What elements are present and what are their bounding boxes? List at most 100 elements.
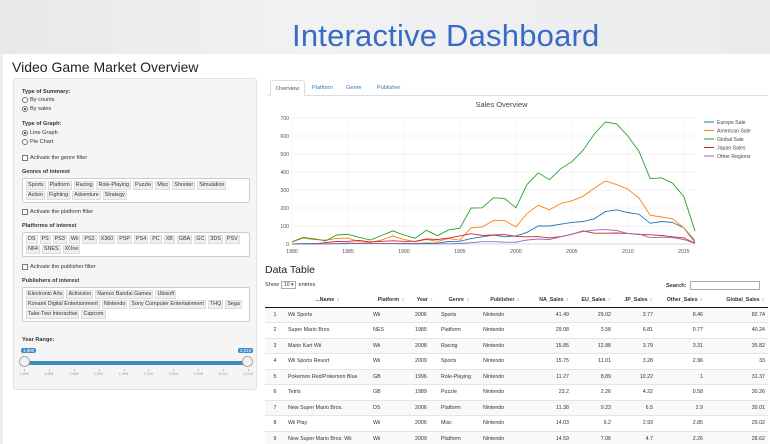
column-header[interactable]: Platform ⇕ [370, 293, 412, 308]
summary-option-sales[interactable]: By sales [22, 106, 51, 112]
genres-select[interactable]: Sports Platform Racing Role-Playing Puzzle Mi… [22, 178, 250, 203]
platform-chip[interactable]: DS [26, 235, 38, 244]
platform-chip[interactable]: 3DS [208, 235, 223, 244]
year-slider-track[interactable] [24, 361, 248, 365]
summary-option-counts[interactable]: By counts [22, 97, 55, 103]
table-row[interactable]: 1 Wii Sports Wii 2006 Sports Nintendo 41.49 29.… [265, 306, 768, 323]
checkbox-icon[interactable] [22, 264, 28, 270]
sort-icon[interactable]: ⇕ [566, 297, 569, 302]
column-header[interactable]: ...Name ⇕ [285, 293, 370, 308]
column-header[interactable]: EU_Sales ⇕ [572, 293, 614, 308]
publisher-filter-toggle[interactable]: Activate the publisher filter [22, 264, 96, 270]
year-slider-max-handle[interactable] [242, 356, 253, 367]
platforms-select[interactable]: DS PS PS3 Wii PS2 X360 PSP PS4 PC XB GBA GC 3DS PSV N6… [22, 232, 250, 257]
table-cell: 15.85 [530, 337, 572, 354]
tab-overview[interactable]: Overview [270, 80, 306, 96]
publisher-chip[interactable]: Konami Digital Entertainment [26, 300, 100, 309]
publisher-chip[interactable]: Sony Computer Entertainment [129, 300, 206, 309]
table-row[interactable]: 5 Pokemon Red/Pokemon Blue GB 1996 Role-Play… [265, 368, 768, 385]
table-cell: 30.01 [706, 399, 768, 416]
radio-selected-icon[interactable] [22, 130, 28, 136]
sort-icon[interactable]: ⇕ [608, 297, 611, 302]
publisher-chip[interactable]: Capcom [81, 310, 106, 319]
publisher-chip[interactable]: Ubisoft [155, 290, 177, 299]
column-header[interactable]: Publisher ⇕ [480, 293, 530, 308]
publisher-chip[interactable]: Namco Bandai Games [95, 290, 154, 299]
platform-chip[interactable]: PS4 [133, 235, 149, 244]
column-header[interactable]: NA_Sales ⇕ [530, 293, 572, 308]
year-slider-min-handle[interactable] [19, 356, 30, 367]
publisher-chip[interactable]: Sega [225, 300, 242, 309]
genre-chip[interactable]: Racing [73, 181, 95, 190]
platform-chip[interactable]: GBA [176, 235, 193, 244]
platform-chip[interactable]: PSV [224, 235, 240, 244]
column-header[interactable]: Other_Sales ⇕ [656, 293, 706, 308]
platform-chip[interactable]: PS2 [82, 235, 97, 244]
slider-tick-mark [73, 369, 75, 371]
radio-icon[interactable] [22, 139, 28, 145]
platform-chip[interactable]: XB [163, 235, 175, 244]
sort-icon[interactable]: ⇕ [700, 297, 703, 302]
genre-chip[interactable]: Misc [155, 181, 171, 190]
publisher-chip[interactable]: Take-Two Interactive [26, 310, 80, 319]
tab-genre[interactable]: Genre [341, 80, 367, 96]
radio-selected-icon[interactable] [22, 106, 28, 112]
graph-option-pie[interactable]: Pie Chart [22, 139, 53, 145]
sort-icon[interactable]: ⇕ [336, 297, 339, 302]
radio-icon[interactable] [22, 97, 28, 103]
column-header[interactable]: Genre ⇕ [438, 293, 480, 308]
tab-publisher[interactable]: Publisher [372, 80, 405, 96]
platform-chip[interactable]: GC [194, 235, 207, 244]
sort-icon[interactable]: ⇕ [466, 297, 469, 302]
publisher-chip[interactable]: Electronic Arts [26, 290, 65, 299]
genre-chip[interactable]: Action [26, 191, 45, 200]
genre-chip[interactable]: Platform [47, 181, 72, 190]
genre-filter-toggle[interactable]: Activate the genre filter [22, 155, 87, 161]
table-row[interactable]: 8 Wii Play Wii 2006 Misc Nintendo 14.03 9.2 2.93… [265, 415, 768, 431]
platform-chip[interactable]: PS3 [52, 235, 67, 244]
search-input[interactable] [689, 281, 760, 290]
entries-select[interactable]: 10 ▾ [281, 281, 297, 289]
genre-chip[interactable]: Simulation [197, 181, 227, 190]
platform-chip[interactable]: XOne [62, 245, 81, 254]
platform-chip[interactable]: PC [150, 235, 162, 244]
sort-icon[interactable]: ⇕ [650, 297, 653, 302]
table-row[interactable]: 6 Tetris GB 1989 Puzzle Nintendo 23.2 2.26 4.22 0… [265, 384, 768, 400]
platform-chip[interactable]: Wii [68, 235, 81, 244]
sort-icon[interactable]: ⇕ [401, 297, 404, 302]
tab-platform[interactable]: Platform [307, 80, 338, 96]
table-row[interactable]: 4 Wii Sports Resort Wii 2009 Sports Nintendo 1… [265, 353, 768, 369]
table-row[interactable]: 3 Mario Kart Wii Wii 2008 Racing Nintendo 15.8… [265, 337, 768, 354]
checkbox-icon[interactable] [22, 209, 28, 215]
graph-option-line[interactable]: Line Graph [22, 130, 58, 136]
sort-icon[interactable]: ⇕ [430, 297, 433, 302]
column-header[interactable]: JP_Sales ⇕ [614, 293, 656, 308]
platform-chip[interactable]: PSP [117, 235, 132, 244]
table-row[interactable]: 2 Super Mario Bros. NES 1985 Platform Nintend… [265, 322, 768, 338]
platform-chip[interactable]: PS [39, 235, 51, 244]
table-row[interactable]: 9 New Super Mario Bros. Wii Wii 2009 Platfor… [265, 430, 768, 444]
genre-chip[interactable]: Adventure [72, 191, 101, 200]
platform-chip[interactable]: X360 [98, 235, 116, 244]
genre-chip[interactable]: Sports [26, 181, 46, 190]
genre-chip[interactable]: Puzzle [133, 181, 154, 190]
checkbox-icon[interactable] [22, 155, 28, 161]
genre-chip[interactable]: Shooter [172, 181, 196, 190]
column-header[interactable]: Global_Sales ⇕ [706, 293, 768, 308]
publisher-chip[interactable]: THQ [207, 300, 224, 309]
column-header[interactable]: Year ⇕ [412, 293, 438, 308]
column-header[interactable] [265, 293, 285, 308]
platform-filter-toggle[interactable]: Activate the platform filter [22, 209, 93, 215]
table-row[interactable]: 7 New Super Mario Bros. DS 2006 Platform Nint… [265, 399, 768, 416]
genre-chip[interactable]: Fighting [46, 191, 71, 200]
genre-chip[interactable]: Role-Playing [96, 181, 132, 190]
publisher-chip[interactable]: Activision [66, 290, 94, 299]
slider-tick-label: 1,988 [69, 372, 79, 376]
publisher-chip[interactable]: Nintendo [101, 300, 128, 309]
sort-icon[interactable]: ⇕ [516, 297, 519, 302]
sort-icon[interactable]: ⇕ [762, 297, 765, 302]
publishers-select[interactable]: Electronic Arts Activision Namco Bandai Ga… [22, 287, 250, 322]
platform-chip[interactable]: SNES [41, 245, 61, 254]
genre-chip[interactable]: Strategy [102, 191, 127, 200]
platform-chip[interactable]: N64 [26, 245, 40, 254]
